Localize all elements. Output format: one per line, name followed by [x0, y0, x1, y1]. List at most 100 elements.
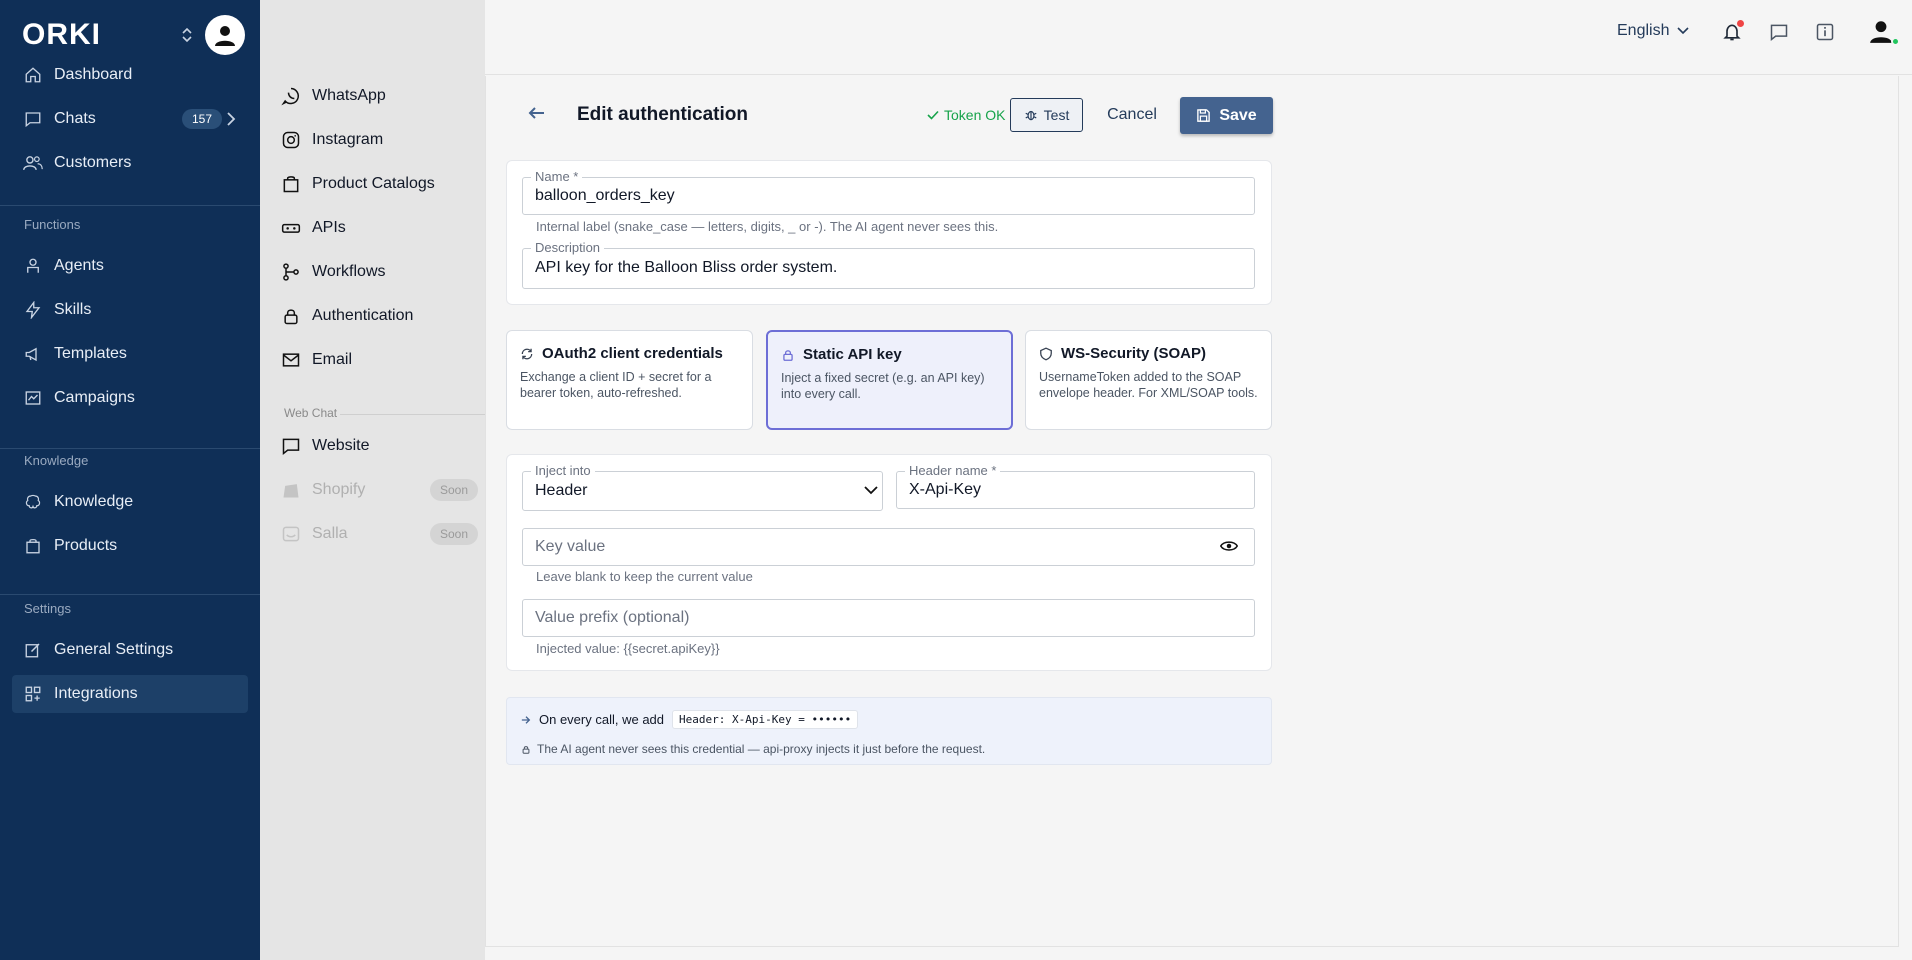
subnav-item-label: Email: [312, 351, 353, 368]
subnav-item-email[interactable]: Email: [280, 342, 480, 378]
sidebar-item-integrations[interactable]: Integrations: [12, 675, 248, 713]
subnav-item-label: Salla: [312, 525, 348, 542]
value-prefix-field[interactable]: Value prefix (optional): [522, 599, 1255, 637]
auth-type-title: OAuth2 client credentials: [520, 345, 723, 362]
chats-count-badge: 157: [181, 109, 222, 129]
language-selector[interactable]: English: [1617, 22, 1690, 40]
auth-type-desc: Exchange a client ID + secret for a bear…: [520, 370, 712, 400]
sidebar-item-label: Products: [54, 537, 118, 554]
home-icon: [22, 64, 44, 86]
eye-icon[interactable]: [1220, 539, 1238, 553]
auth-type-desc: UsernameToken added to the SOAP envelope…: [1039, 370, 1258, 400]
value-prefix-placeholder: Value prefix (optional): [535, 609, 690, 626]
sidebar-item-label: Agents: [54, 257, 104, 274]
small-lock-icon: [521, 744, 531, 755]
message-icon: [1769, 22, 1789, 42]
shopify-icon: [280, 479, 302, 501]
sidebar-item-dashboard[interactable]: Dashboard: [12, 56, 248, 94]
sidebar-item-chats[interactable]: Chats 157: [12, 100, 248, 138]
sidebar-item-products[interactable]: Products: [12, 527, 248, 565]
header-name-label: Header name *: [905, 463, 1001, 478]
agent-icon: [22, 255, 44, 277]
header-name-field[interactable]: Header name * X-Api-Key: [896, 463, 1255, 509]
sidebar-item-label: Skills: [54, 301, 92, 318]
sidebar-item-templates[interactable]: Templates: [12, 335, 248, 373]
subnav-item-label: Product Catalogs: [312, 175, 435, 192]
api-key-config-card: Inject into Header Header name * X-Api-K…: [506, 454, 1272, 671]
save-button[interactable]: Save: [1180, 97, 1273, 134]
sidebar-item-campaigns[interactable]: Campaigns: [12, 379, 248, 417]
subnav-item-website[interactable]: Website: [280, 428, 480, 464]
cancel-button[interactable]: Cancel: [1100, 98, 1164, 132]
bug-icon: [1024, 108, 1038, 122]
key-value-field[interactable]: Key value: [522, 528, 1255, 566]
auth-type-title: WS-Security (SOAP): [1039, 345, 1206, 362]
subnav-item-apis[interactable]: APIs: [280, 210, 480, 246]
sidebar-item-skills[interactable]: Skills: [12, 291, 248, 329]
messages-button[interactable]: [1767, 20, 1791, 44]
page-title: Edit authentication: [577, 104, 748, 125]
online-status-dot: [1891, 37, 1900, 46]
auth-type-ws-security[interactable]: WS-Security (SOAP) UsernameToken added t…: [1025, 330, 1272, 430]
name-value: balloon_orders_key: [535, 187, 675, 204]
subnav-item-label: Website: [312, 437, 370, 454]
auth-type-static-api-key[interactable]: Static API key Inject a fixed secret (e.…: [766, 330, 1013, 430]
description-value: API key for the Balloon Bliss order syst…: [535, 259, 838, 276]
grid-plus-icon: [22, 683, 44, 705]
check-icon: [927, 110, 939, 120]
inject-into-value: Header: [535, 482, 588, 499]
instagram-icon: [280, 129, 302, 151]
subnav-item-label: Authentication: [312, 307, 414, 324]
auth-type-oauth2[interactable]: OAuth2 client credentials Exchange a cli…: [506, 330, 753, 430]
test-button[interactable]: Test: [1010, 98, 1083, 132]
notifications-button[interactable]: [1720, 20, 1744, 44]
section-web-chat: Web Chat: [284, 406, 338, 420]
name-help: Internal label (snake_case — letters, di…: [536, 219, 999, 234]
info-line-1: On every call, we add Header: X-Api-Key …: [521, 710, 859, 729]
campaign-icon: [22, 387, 44, 409]
subnav-item-instagram[interactable]: Instagram: [280, 122, 480, 158]
section-functions: Functions: [24, 217, 81, 232]
sidebar-item-label: General Settings: [54, 641, 174, 658]
sidebar-item-general-settings[interactable]: General Settings: [12, 631, 248, 669]
salla-icon: [280, 523, 302, 545]
api-icon: [280, 217, 302, 239]
workspace-switch-icon[interactable]: [180, 25, 194, 45]
users-icon: [22, 152, 44, 174]
subnav-item-workflows[interactable]: Workflows: [280, 254, 480, 290]
save-label: Save: [1219, 106, 1257, 124]
subnav-item-product-catalogs[interactable]: Product Catalogs: [280, 166, 480, 202]
subnav-item-authentication[interactable]: Authentication: [280, 298, 480, 334]
info-button[interactable]: [1813, 20, 1837, 44]
subnav-item-whatsapp[interactable]: WhatsApp: [280, 78, 480, 114]
subnav-item-label: Instagram: [312, 131, 384, 148]
key-value-placeholder: Key value: [535, 538, 606, 555]
integrations-subnav: WhatsApp Instagram Product Catalogs APIs…: [260, 0, 485, 960]
soon-badge: Soon: [429, 523, 478, 545]
subnav-item-label: Shopify: [312, 481, 366, 498]
top-bar: [485, 0, 1912, 75]
catalog-bag-icon: [280, 173, 302, 195]
sidebar-item-label: Templates: [54, 345, 127, 362]
lock-icon: [781, 348, 795, 362]
inject-into-select[interactable]: Inject into Header: [522, 463, 883, 511]
workspace-avatar[interactable]: [205, 15, 245, 55]
auth-type-desc: Inject a fixed secret (e.g. an API key) …: [781, 371, 985, 401]
website-chat-icon: [280, 435, 302, 457]
header-preview-code: Header: X-Api-Key = ••••••: [672, 710, 859, 729]
sidebar-item-agents[interactable]: Agents: [12, 247, 248, 285]
section-settings: Settings: [24, 601, 71, 616]
back-button[interactable]: [527, 105, 545, 121]
subnav-divider: [340, 414, 485, 415]
user-avatar[interactable]: [1864, 14, 1900, 48]
arrow-right-icon: [521, 715, 531, 725]
sidebar-divider: [0, 205, 260, 206]
name-label: Name *: [531, 169, 583, 184]
sidebar-item-knowledge[interactable]: Knowledge: [12, 483, 248, 521]
chevron-right-icon[interactable]: [226, 112, 236, 126]
description-field[interactable]: Description API key for the Balloon Blis…: [522, 240, 1255, 289]
soon-badge: Soon: [429, 479, 478, 501]
name-field[interactable]: Name * balloon_orders_key: [522, 169, 1255, 215]
sidebar-item-customers[interactable]: Customers: [12, 144, 248, 182]
whatsapp-icon: [280, 85, 302, 107]
